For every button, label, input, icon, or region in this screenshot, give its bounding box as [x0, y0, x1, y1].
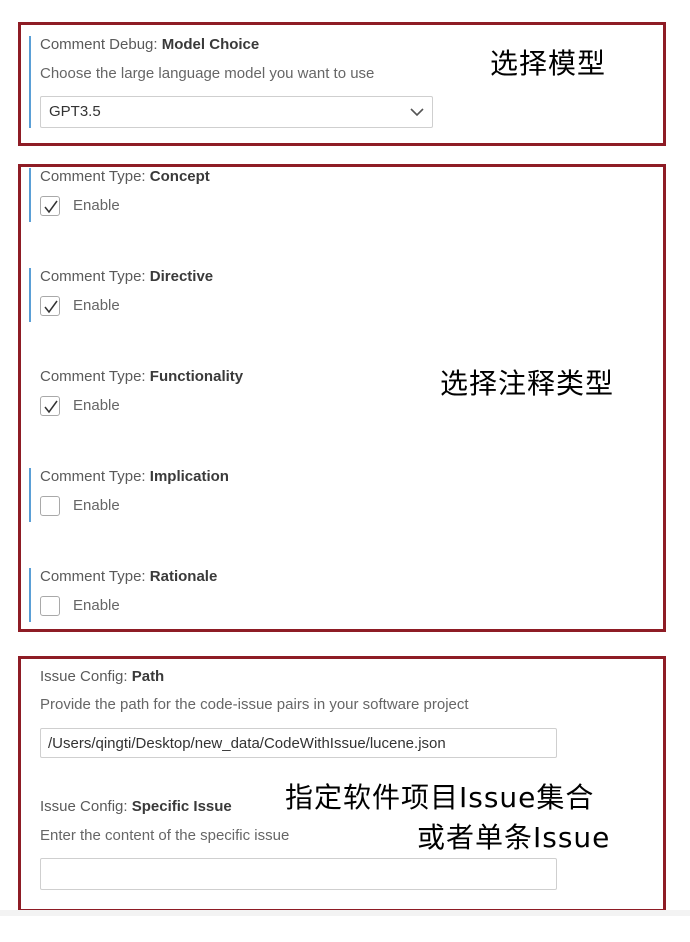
comment-type-title: Comment Type: Concept [40, 168, 210, 185]
comment-type-name: Directive [149, 268, 214, 285]
specific-issue-input[interactable] [40, 858, 557, 890]
enable-checkbox-directive[interactable] [40, 296, 60, 316]
enable-checkbox-functionality[interactable] [40, 396, 60, 416]
comment-type-prefix: Comment Type: [40, 468, 146, 485]
comment-type-prefix: Comment Type: [40, 568, 146, 585]
checkmark-icon [44, 300, 58, 314]
issue-path-description: Provide the path for the code-issue pair… [40, 696, 469, 713]
issue-path-input[interactable]: /Users/qingti/Desktop/new_data/CodeWithI… [40, 728, 557, 758]
comment-type-accent [29, 568, 31, 622]
enable-label: Enable [73, 197, 120, 214]
specific-issue-title-prefix: Issue Config: [40, 798, 128, 815]
enable-label: Enable [73, 297, 120, 314]
enable-checkbox-rationale[interactable] [40, 596, 60, 616]
comment-type-accent [29, 268, 31, 322]
model-select-value: GPT3.5 [49, 103, 101, 120]
checkmark-icon [44, 400, 58, 414]
comment-types-annotation: 选择注释类型 [440, 367, 615, 400]
comment-type-title: Comment Type: Directive [40, 268, 213, 285]
comment-type-accent [29, 168, 31, 222]
comment-type-name: Functionality [149, 368, 244, 385]
issue-path-title-name: Path [131, 668, 165, 685]
model-choice-title-name: Model Choice [161, 36, 260, 53]
enable-checkbox-concept[interactable] [40, 196, 60, 216]
model-choice-title-prefix: Comment Debug: [40, 36, 158, 53]
model-annotation: 选择模型 [490, 47, 607, 80]
comment-type-accent [29, 468, 31, 522]
issue-path-title: Issue Config: Path [40, 668, 164, 685]
comment-type-prefix: Comment Type: [40, 268, 146, 285]
enable-label: Enable [73, 497, 120, 514]
comment-type-title: Comment Type: Implication [40, 468, 229, 485]
comment-type-name: Rationale [149, 568, 218, 585]
footer-strip [0, 910, 690, 916]
comment-type-name: Implication [149, 468, 229, 485]
model-choice-title: Comment Debug: Model Choice [40, 36, 259, 53]
specific-issue-title: Issue Config: Specific Issue [40, 798, 232, 815]
enable-checkbox-implication[interactable] [40, 496, 60, 516]
issue-path-title-prefix: Issue Config: [40, 668, 128, 685]
enable-label: Enable [73, 597, 120, 614]
model-choice-description: Choose the large language model you want… [40, 65, 375, 82]
specific-issue-title-name: Specific Issue [131, 798, 232, 815]
comment-type-prefix: Comment Type: [40, 168, 146, 185]
comment-type-title: Comment Type: Rationale [40, 568, 217, 585]
checkmark-icon [44, 200, 58, 214]
enable-label: Enable [73, 397, 120, 414]
comment-type-prefix: Comment Type: [40, 368, 146, 385]
issue-annotation-line1: 指定软件项目Issue集合 [285, 781, 595, 814]
issue-annotation-line2: 或者单条Issue [417, 821, 611, 854]
chevron-down-icon [410, 97, 424, 127]
specific-issue-description: Enter the content of the specific issue [40, 827, 290, 844]
comment-type-title: Comment Type: Functionality [40, 368, 243, 385]
model-choice-accent [29, 36, 31, 128]
comment-type-name: Concept [149, 168, 210, 185]
model-select[interactable]: GPT3.5 [40, 96, 433, 128]
